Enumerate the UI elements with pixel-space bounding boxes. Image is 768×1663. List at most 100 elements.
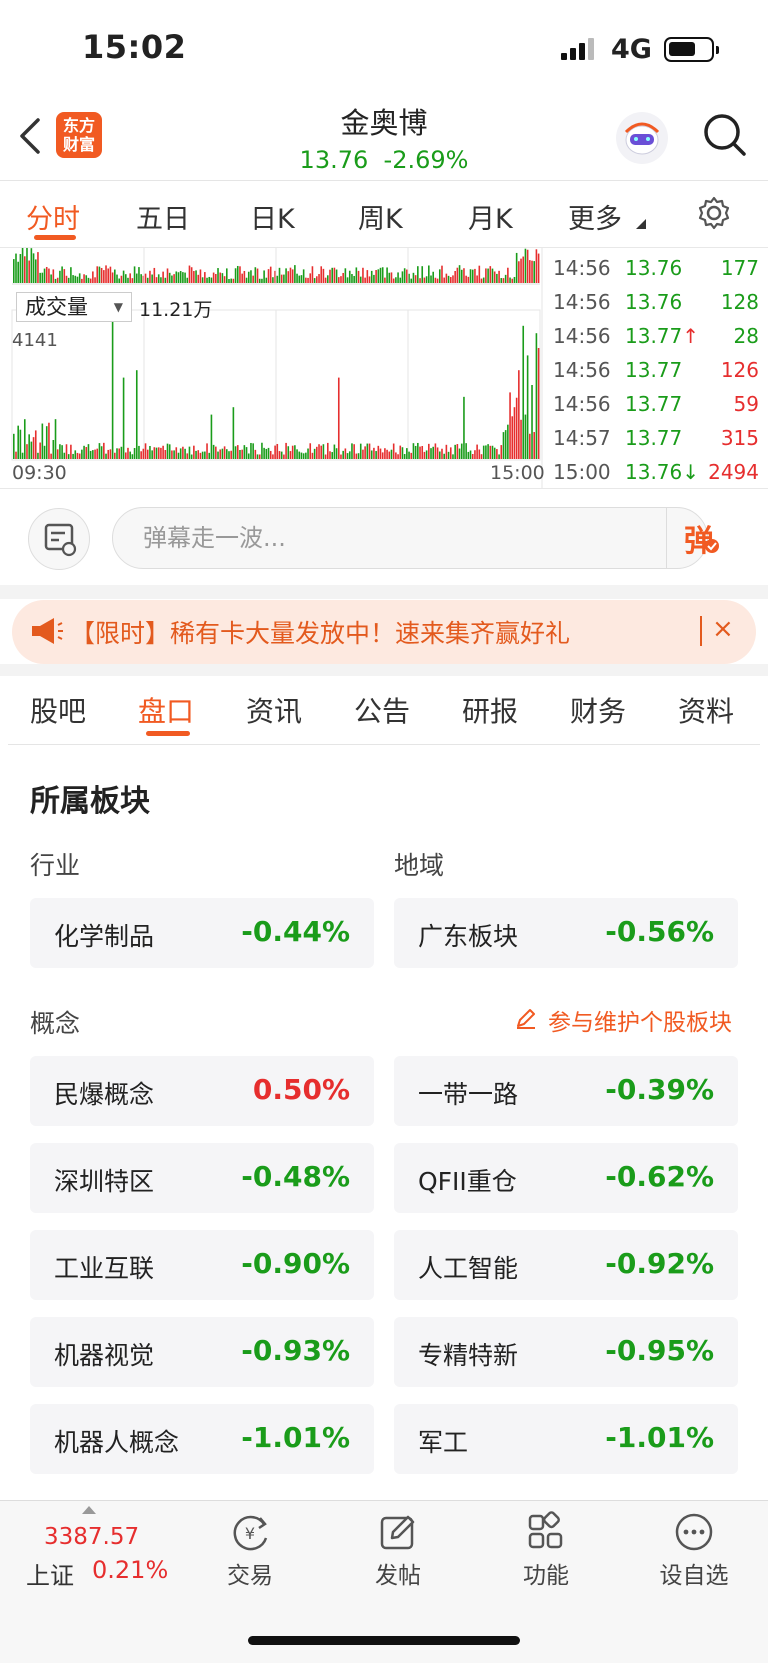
strip-bar xyxy=(173,274,175,283)
tab-five-day[interactable]: 五日 xyxy=(136,197,190,236)
volume-bar xyxy=(78,453,81,459)
tab-more[interactable]: 更多 xyxy=(568,197,622,236)
strip-bar xyxy=(70,267,72,283)
nav-post[interactable]: 发帖 xyxy=(338,1506,458,1590)
volume-bar xyxy=(276,443,279,459)
strip-bar xyxy=(471,269,474,283)
concept-card[interactable]: 机器视觉 -0.93% xyxy=(30,1317,374,1387)
volume-bar xyxy=(357,453,360,459)
robot-avatar-icon[interactable] xyxy=(616,112,668,164)
strip-bar xyxy=(144,273,147,283)
concept-card[interactable]: 军工 -1.01% xyxy=(394,1404,738,1474)
concept-card[interactable]: 专精特新 -0.95% xyxy=(394,1317,738,1387)
divider xyxy=(0,488,768,489)
sector-name: 化学制品 xyxy=(54,922,155,951)
index-value[interactable]: 3387.57 xyxy=(44,1524,139,1550)
strip-bar xyxy=(151,274,153,283)
strip-bar xyxy=(445,273,448,283)
tick-list[interactable]: 14:56 13.76 177 14:56 13.76 128 14:56 13.77↑ 2… xyxy=(553,256,763,494)
strip-bar xyxy=(302,269,305,283)
strip-bar xyxy=(285,268,287,283)
section-gap xyxy=(0,585,768,599)
search-icon[interactable] xyxy=(702,112,748,158)
strip-bar xyxy=(386,267,388,283)
tab-news[interactable]: 资讯 xyxy=(246,690,302,730)
volume-bar xyxy=(236,445,239,459)
concept-card[interactable]: 工业互联 -0.90% xyxy=(30,1230,374,1300)
tick-volume: 315 xyxy=(720,426,759,450)
strip-bar xyxy=(219,272,222,283)
tab-pankou[interactable]: 盘口 xyxy=(138,690,194,730)
strip-bar xyxy=(524,248,527,283)
volume-bar xyxy=(65,444,68,459)
tick-price: 13.76↓ xyxy=(625,460,700,484)
tab-monthly-k[interactable]: 月K xyxy=(468,197,513,236)
tab-research[interactable]: 研报 xyxy=(462,690,518,730)
volume-bar xyxy=(452,454,454,459)
sector-card-region[interactable]: 广东板块 -0.56% xyxy=(394,898,738,968)
volume-bar xyxy=(531,385,533,459)
strip-bar xyxy=(50,274,52,283)
volume-bar xyxy=(390,449,393,459)
strip-bar xyxy=(243,270,246,283)
concept-card[interactable]: 机器人概念 -1.01% xyxy=(30,1404,374,1474)
nav-trade[interactable]: ¥ 交易 xyxy=(190,1506,310,1590)
concept-card[interactable]: 民爆概念 0.50% xyxy=(30,1056,374,1126)
sector-name: 民爆概念 xyxy=(54,1080,155,1109)
tab-finance[interactable]: 财务 xyxy=(570,690,626,730)
sector-name: 人工智能 xyxy=(418,1254,519,1283)
strip-bar xyxy=(17,261,19,283)
tab-announcements[interactable]: 公告 xyxy=(354,690,410,730)
tick-time: 14:56 xyxy=(553,290,611,314)
strip-bar xyxy=(149,270,151,283)
strip-bar xyxy=(208,276,211,283)
sector-change: -0.44% xyxy=(241,915,350,948)
strip-bar xyxy=(337,277,340,283)
tick-volume: 2494 xyxy=(708,460,759,484)
volume-bar xyxy=(456,444,459,459)
nav-functions[interactable]: 功能 xyxy=(486,1506,606,1590)
sector-card-industry[interactable]: 化学制品 -0.44% xyxy=(30,898,374,968)
strip-bar xyxy=(234,268,237,283)
concept-card[interactable]: 深圳特区 -0.48% xyxy=(30,1143,374,1213)
danmu-input[interactable]: 弹幕走一波... xyxy=(112,507,708,569)
volume-bar xyxy=(397,454,399,459)
strip-bar xyxy=(454,270,456,283)
tab-guba[interactable]: 股吧 xyxy=(30,690,86,730)
volume-total: 11.21万 xyxy=(139,299,213,321)
strip-bar xyxy=(375,270,377,283)
volume-bar xyxy=(92,450,94,459)
tab-intraday[interactable]: 分时 xyxy=(26,197,80,236)
volume-bar xyxy=(436,447,439,459)
home-indicator xyxy=(248,1636,520,1645)
concept-card[interactable]: 人工智能 -0.92% xyxy=(394,1230,738,1300)
settings-gear-icon[interactable] xyxy=(696,195,732,231)
nav-add-watchlist[interactable]: 设自选 xyxy=(634,1506,754,1590)
volume-bar xyxy=(83,445,85,459)
indicator-select[interactable]: 成交量 ▼ xyxy=(16,292,132,322)
volume-bar xyxy=(302,453,305,459)
close-icon[interactable]: × xyxy=(712,614,734,644)
strip-bar xyxy=(272,277,274,283)
tab-profile[interactable]: 资料 xyxy=(678,690,734,730)
concept-card[interactable]: QFII重仓 -0.62% xyxy=(394,1143,738,1213)
expand-up-icon[interactable] xyxy=(82,1506,96,1514)
strip-bar xyxy=(114,269,116,283)
volume-bar xyxy=(63,452,66,459)
concept-card[interactable]: 一带一路 -0.39% xyxy=(394,1056,738,1126)
index-change[interactable]: 0.21% xyxy=(92,1556,168,1584)
active-tab-indicator xyxy=(34,235,76,240)
strip-bar xyxy=(313,278,316,283)
volume-bar xyxy=(223,446,226,459)
divider xyxy=(666,507,667,569)
strip-bar xyxy=(182,272,184,283)
danmu-settings-button[interactable] xyxy=(28,508,90,570)
tab-weekly-k[interactable]: 周K xyxy=(358,197,403,236)
time-axis-end: 15:00 xyxy=(490,462,545,484)
strip-bar xyxy=(210,277,213,283)
maintain-sector-link[interactable]: 参与维护个股板块 xyxy=(548,1003,732,1037)
tab-daily-k[interactable]: 日K xyxy=(250,197,295,236)
index-name[interactable]: 上证 xyxy=(26,1556,74,1591)
section-gap xyxy=(0,664,768,676)
sector-name: 机器视觉 xyxy=(54,1341,155,1370)
